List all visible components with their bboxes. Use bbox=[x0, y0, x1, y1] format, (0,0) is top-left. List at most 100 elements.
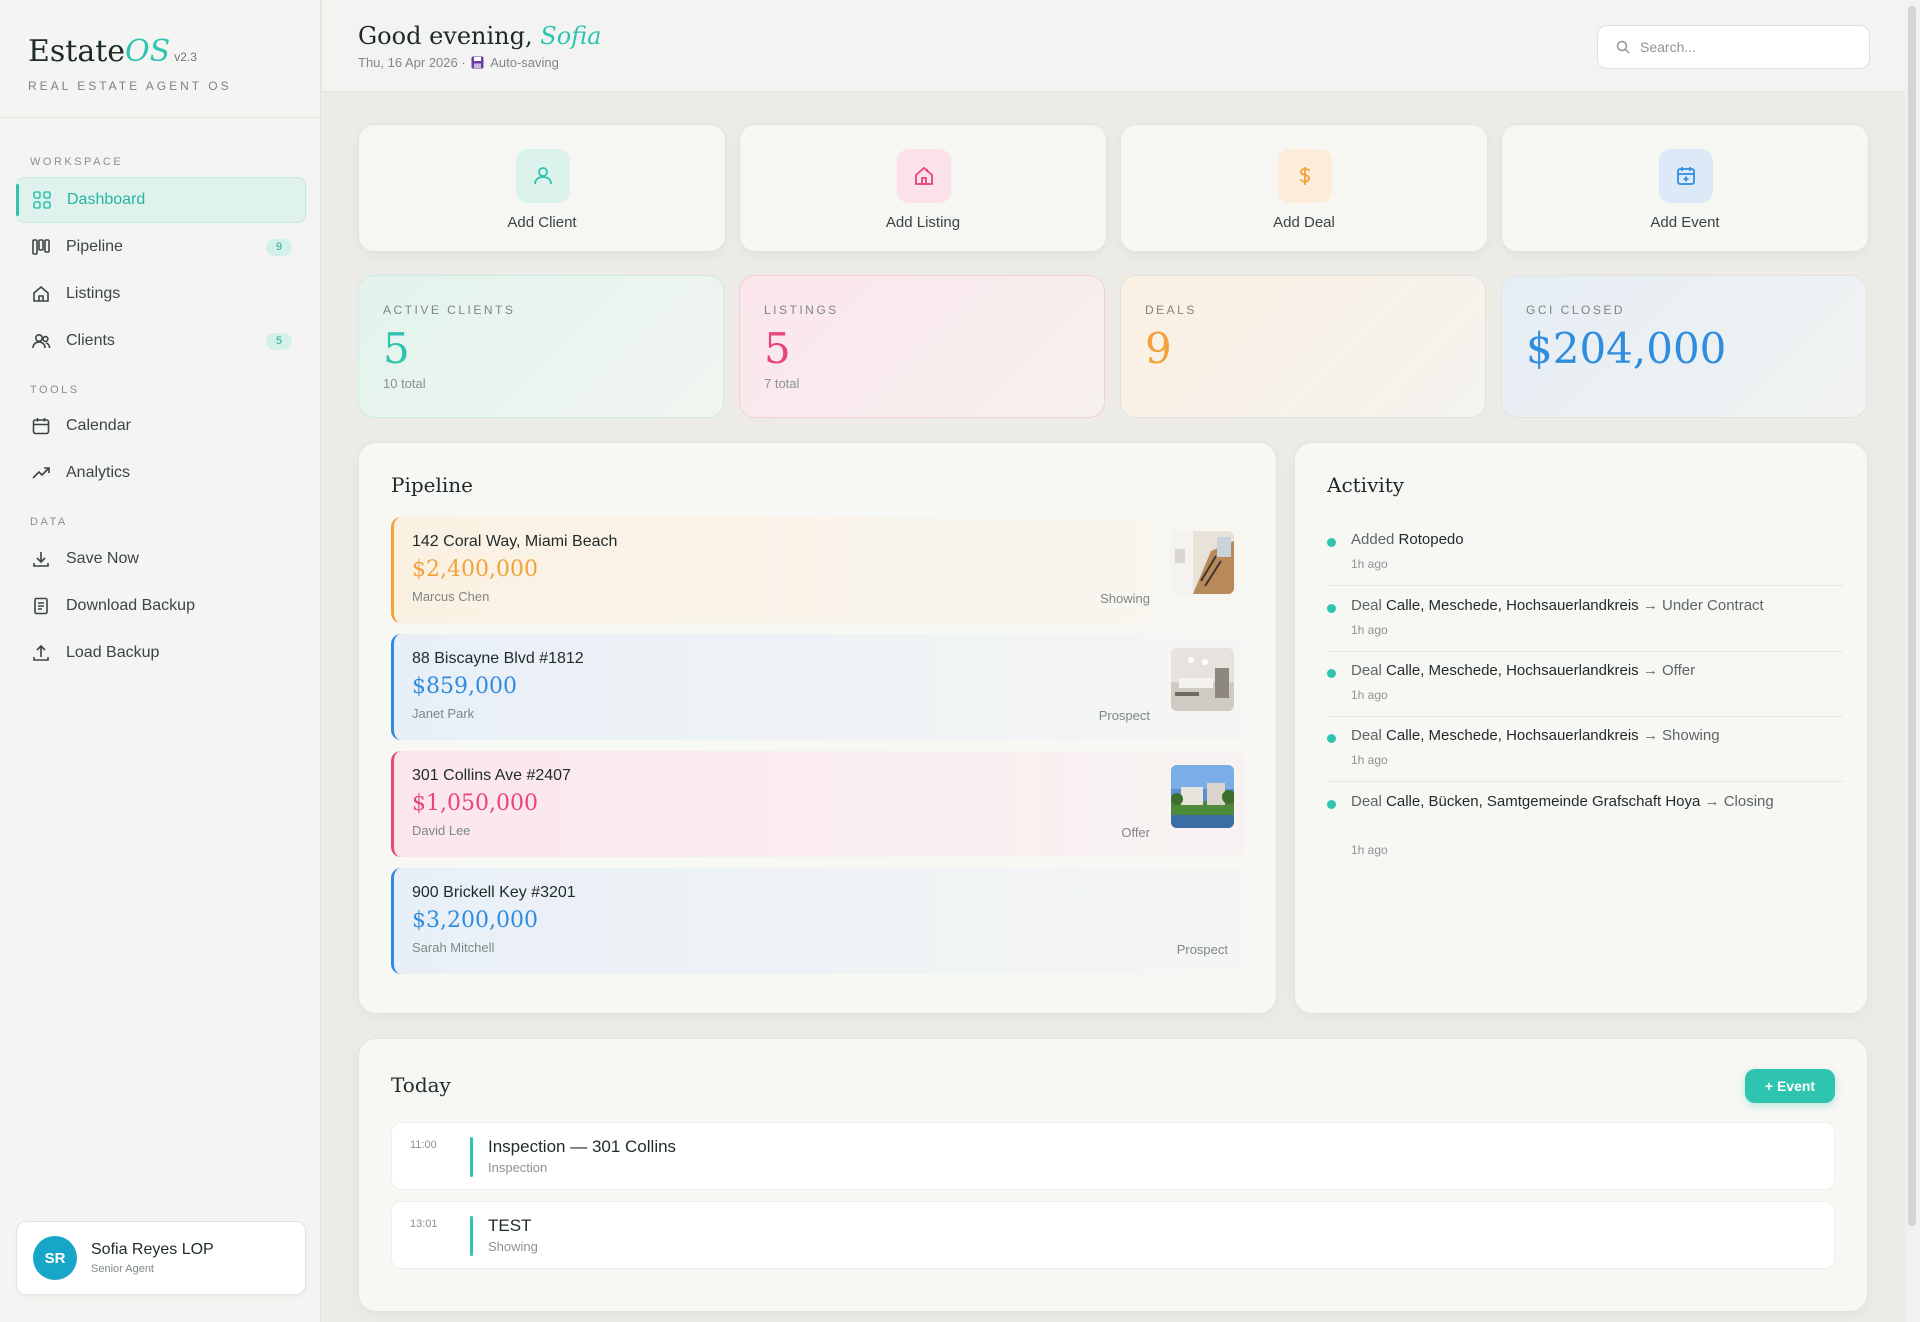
search-placeholder: Search... bbox=[1640, 39, 1697, 55]
sidebar-item-load-backup[interactable]: Load Backup bbox=[16, 630, 306, 676]
add-event-today-button[interactable]: + Event bbox=[1745, 1069, 1835, 1103]
search-input[interactable]: Search... bbox=[1597, 25, 1870, 69]
deal-price: $2,400,000 bbox=[412, 557, 538, 582]
sidebar-item-analytics[interactable]: Analytics bbox=[16, 450, 306, 496]
user-icon bbox=[516, 149, 570, 203]
activity-time: 1h ago bbox=[1351, 688, 1388, 702]
user-profile-card[interactable]: SR Sofia Reyes LOP Senior Agent bbox=[16, 1221, 306, 1295]
event-type: Inspection bbox=[488, 1160, 548, 1175]
activity-text: Deal Calle, Meschede, Hochsauerlandkreis… bbox=[1351, 659, 1841, 683]
section-tools: TOOLS bbox=[30, 384, 80, 396]
sidebar-item-listings[interactable]: Listings bbox=[16, 271, 306, 317]
deal-agent: Sarah Mitchell bbox=[412, 940, 495, 955]
sidebar-item-dashboard[interactable]: Dashboard bbox=[16, 177, 306, 223]
deal-price: $3,200,000 bbox=[412, 908, 538, 933]
activity-suffix: → Offer bbox=[1642, 662, 1696, 679]
activity-dot bbox=[1327, 604, 1336, 613]
event-time: 13:01 bbox=[410, 1218, 438, 1230]
add-listing-button[interactable]: Add Listing bbox=[739, 124, 1107, 252]
activity-subject: Calle, Meschede, Hochsauerlandkreis bbox=[1386, 597, 1639, 614]
activity-item: Added Rotopedo 1h ago bbox=[1327, 528, 1843, 586]
users-icon bbox=[30, 330, 52, 352]
activity-subject: Calle, Meschede, Hochsauerlandkreis bbox=[1386, 662, 1639, 679]
activity-item: Deal Calle, Meschede, Hochsauerlandkreis… bbox=[1327, 659, 1843, 717]
house-icon bbox=[897, 149, 951, 203]
event-row[interactable]: 13:01 TEST Showing bbox=[391, 1201, 1835, 1269]
greeting: Good evening, Sofia bbox=[358, 22, 601, 50]
avatar: SR bbox=[33, 1236, 77, 1280]
user-role: Senior Agent bbox=[91, 1263, 154, 1275]
activity-dot bbox=[1327, 800, 1336, 809]
stat-value: $204,000 bbox=[1526, 324, 1727, 373]
activity-panel: Activity Added Rotopedo 1h ago Deal Call… bbox=[1294, 442, 1868, 1014]
sidebar-item-label: Clients bbox=[66, 332, 115, 349]
activity-prefix: Deal bbox=[1351, 597, 1382, 614]
sidebar-item-label: Analytics bbox=[66, 464, 131, 481]
add-event-label: Add Event bbox=[1650, 214, 1720, 231]
activity-time: 1h ago bbox=[1351, 623, 1388, 637]
activity-item: Deal Calle, Bücken, Samtgemeinde Grafsch… bbox=[1327, 790, 1843, 870]
current-date: Thu, 16 Apr 2026 · bbox=[358, 55, 466, 70]
sidebar-item-label: Calendar bbox=[66, 417, 131, 434]
deal-stage: Offer bbox=[1121, 825, 1150, 840]
property-photo bbox=[1171, 648, 1234, 711]
sidebar-item-download-backup[interactable]: Download Backup bbox=[16, 583, 306, 629]
stat-sub: 10 total bbox=[383, 376, 426, 391]
section-data: DATA bbox=[30, 516, 68, 528]
stat-label: DEALS bbox=[1145, 303, 1197, 317]
pipeline-deal-card[interactable]: 88 Biscayne Blvd #1812 $859,000 Janet Pa… bbox=[391, 634, 1246, 740]
app-logo: EstateOS v2.3 bbox=[28, 34, 320, 69]
sidebar-item-label: Download Backup bbox=[66, 597, 195, 614]
clients-count-badge: 5 bbox=[266, 333, 292, 350]
event-title: Inspection — 301 Collins bbox=[488, 1137, 677, 1156]
event-time: 11:00 bbox=[410, 1139, 437, 1151]
sidebar-item-pipeline[interactable]: Pipeline 9 bbox=[16, 224, 306, 270]
add-deal-button[interactable]: Add Deal bbox=[1120, 124, 1488, 252]
activity-time: 1h ago bbox=[1351, 843, 1388, 857]
user-info: Sofia Reyes LOP Senior Agent bbox=[77, 1241, 214, 1275]
sidebar-item-clients[interactable]: Clients 5 bbox=[16, 318, 306, 364]
event-row[interactable]: 11:00 Inspection — 301 Collins Inspectio… bbox=[391, 1122, 1835, 1190]
add-client-button[interactable]: Add Client bbox=[358, 124, 726, 252]
activity-dot bbox=[1327, 669, 1336, 678]
activity-time: 1h ago bbox=[1351, 557, 1388, 571]
add-event-button[interactable]: Add Event bbox=[1501, 124, 1869, 252]
sidebar-item-save-now[interactable]: Save Now bbox=[16, 536, 306, 582]
save-icon bbox=[471, 56, 484, 72]
activity-suffix: → Under Contract bbox=[1642, 597, 1764, 614]
activity-prefix: Added bbox=[1351, 531, 1395, 548]
deal-address: 900 Brickell Key #3201 bbox=[412, 884, 576, 901]
pipeline-deal-card[interactable]: 142 Coral Way, Miami Beach $2,400,000 Ma… bbox=[391, 517, 1246, 623]
stat-sub: 7 total bbox=[764, 376, 800, 391]
stat-value: 5 bbox=[383, 324, 410, 373]
pipeline-deal-card[interactable]: 900 Brickell Key #3201 $3,200,000 Sarah … bbox=[391, 868, 1246, 974]
greeting-name: Sofia bbox=[540, 22, 602, 50]
grid-icon bbox=[31, 189, 53, 211]
deal-stage: Showing bbox=[1100, 591, 1150, 606]
activity-subject: Calle, Bücken, Samtgemeinde Grafschaft H… bbox=[1386, 793, 1701, 810]
add-deal-label: Add Deal bbox=[1273, 214, 1335, 231]
upload-icon bbox=[30, 642, 52, 664]
deal-agent: Janet Park bbox=[412, 706, 475, 721]
activity-suffix: → Showing bbox=[1642, 727, 1720, 744]
activity-text: Deal Calle, Meschede, Hochsauerlandkreis… bbox=[1351, 594, 1841, 618]
activity-prefix: Deal bbox=[1351, 727, 1382, 744]
pipeline-title: Pipeline bbox=[391, 473, 474, 497]
activity-time: 1h ago bbox=[1351, 753, 1388, 767]
scrollbar-thumb[interactable] bbox=[1908, 6, 1916, 1226]
sidebar: EstateOS v2.3 REAL ESTATE AGENT OS WORKSP… bbox=[0, 0, 321, 1322]
pipeline-deal-card[interactable]: 301 Collins Ave #2407 $1,050,000 David L… bbox=[391, 751, 1246, 857]
download-icon bbox=[30, 548, 52, 570]
deal-address: 301 Collins Ave #2407 bbox=[412, 767, 571, 784]
sidebar-item-label: Load Backup bbox=[66, 644, 160, 661]
brand-accent: OS bbox=[125, 34, 171, 69]
activity-dot bbox=[1327, 734, 1336, 743]
sidebar-item-calendar[interactable]: Calendar bbox=[16, 403, 306, 449]
stat-label: GCI CLOSED bbox=[1526, 303, 1626, 317]
stat-value: 9 bbox=[1145, 324, 1172, 373]
greeting-text: Good evening, bbox=[358, 22, 533, 50]
search-icon bbox=[1616, 40, 1630, 54]
home-icon bbox=[30, 283, 52, 305]
pipeline-count-badge: 9 bbox=[266, 239, 292, 256]
add-listing-label: Add Listing bbox=[885, 214, 961, 231]
